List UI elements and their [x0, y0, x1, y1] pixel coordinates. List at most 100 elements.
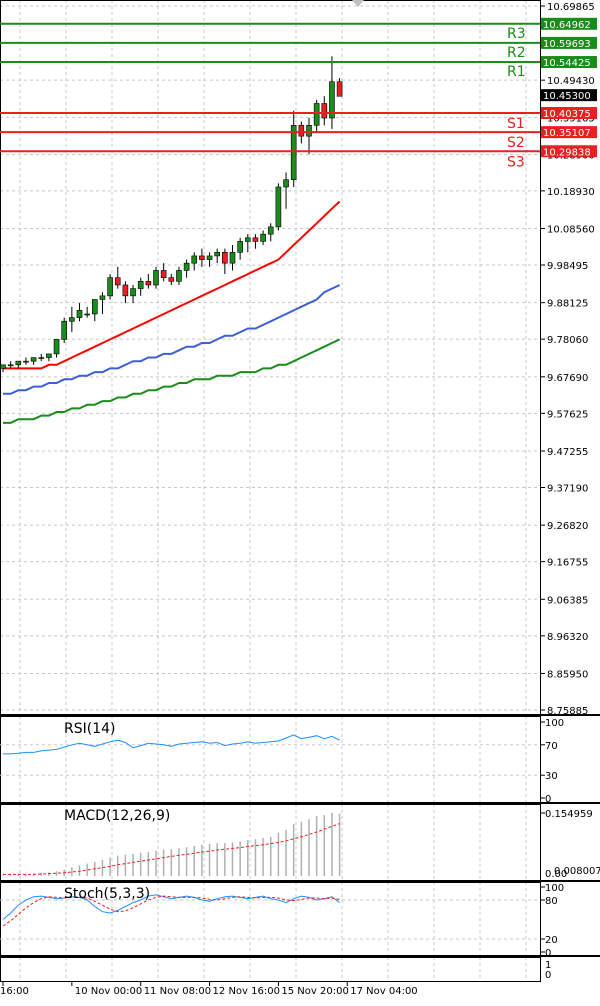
candle [222, 248, 228, 275]
candle-body [336, 81, 343, 97]
candle [114, 266, 121, 289]
candle [84, 306, 90, 318]
level-price-tag: 10.64962 [543, 20, 591, 31]
candle-body [122, 284, 129, 297]
candle-body [53, 339, 60, 355]
candle-body [7, 364, 14, 367]
candle [313, 99, 320, 133]
stoch-k-line [2, 894, 340, 920]
candle-body [15, 360, 22, 366]
candle [336, 78, 343, 97]
level-label-r1: R1 [507, 64, 526, 80]
price-tick-label: 9.06385 [547, 595, 588, 606]
level-price-tag: 10.40375 [543, 109, 591, 120]
rsi-tick-label: 100 [545, 718, 564, 729]
candle [38, 353, 45, 362]
moving-average-line [3, 338, 341, 424]
rsi-tick-label: 70 [545, 741, 558, 752]
candle-body [38, 357, 45, 359]
candle [306, 118, 312, 155]
candle-body [61, 320, 68, 340]
candle-body [245, 237, 251, 242]
candle-body [260, 233, 266, 242]
stoch-title: Stoch(5,3,3) [64, 886, 150, 902]
level-label-s2: S2 [507, 135, 525, 151]
x-tick-label: 10 Nov 00:00 [75, 986, 142, 997]
price-tick-label: 9.57625 [547, 409, 588, 420]
macd-histogram [2, 812, 341, 876]
grid [0, 0, 540, 981]
candle-body [191, 255, 198, 264]
stoch-tick-label: 100 [545, 883, 564, 894]
candle-body [290, 124, 297, 181]
candle-body [206, 255, 213, 260]
level-price-tag: 10.59693 [543, 39, 591, 50]
candle-body [92, 299, 98, 315]
candle [46, 353, 52, 362]
candle-body [306, 124, 312, 137]
candle [69, 306, 75, 333]
candle [122, 281, 129, 304]
macd-tick-label: 0.154959 [545, 809, 593, 820]
candle [267, 223, 274, 242]
candle-body [160, 270, 167, 279]
candle-body [252, 237, 259, 242]
candle [61, 317, 68, 344]
stoch-d-line [2, 895, 340, 927]
candle-body [176, 270, 182, 282]
price-tick-label: 8.96320 [547, 632, 588, 643]
level-label-s3: S3 [507, 154, 525, 170]
level-price-tag: 10.35107 [543, 128, 591, 139]
candle-body [222, 251, 228, 264]
candle-body [229, 251, 236, 264]
candle [252, 234, 259, 249]
x-tick-label: 15 Nov 20:00 [281, 986, 348, 997]
candle-body [137, 281, 144, 289]
candle-body [298, 124, 305, 137]
macd-tick-label: 0.008007 [554, 866, 600, 877]
candle [0, 364, 6, 373]
candle-body [237, 241, 243, 253]
candle-body [84, 313, 90, 316]
candle [23, 357, 29, 365]
price-tick-label: 10.49430 [547, 76, 595, 87]
candle [30, 357, 37, 365]
price-tick-label: 9.67690 [547, 373, 588, 384]
candle-body [23, 360, 29, 363]
candle-body [76, 310, 83, 318]
candle-body [130, 288, 136, 297]
macd-title: MACD(12,26,9) [64, 808, 170, 824]
level-price-tag: 10.54425 [543, 58, 591, 69]
price-tick-label: 9.16755 [547, 558, 588, 569]
candle-body [46, 353, 52, 358]
candle [53, 339, 60, 358]
candle-body [267, 226, 274, 235]
candle [176, 266, 182, 285]
rsi-tick-label: 0 [545, 794, 551, 805]
candle [160, 263, 167, 282]
candle [260, 230, 266, 246]
candles [0, 56, 343, 373]
candle [290, 110, 297, 187]
candle [191, 252, 198, 271]
price-tick-label: 10.08560 [547, 224, 595, 235]
candle [321, 96, 328, 126]
candle [214, 248, 220, 264]
rsi-tick-label: 30 [545, 771, 558, 782]
price-tick-label: 9.37190 [547, 484, 588, 495]
price-tick-label: 10.18930 [547, 187, 595, 198]
price-tick-label: 10.69865 [547, 2, 595, 13]
candle-body [30, 357, 37, 362]
level-price-tag: 10.29838 [543, 147, 591, 158]
candle-body [99, 295, 106, 300]
price-tick-label: 9.78060 [547, 335, 588, 346]
candle-body [107, 277, 113, 297]
level-label-r3: R3 [507, 26, 526, 42]
candle [76, 303, 83, 322]
x-tick-label: 12 Nov 16:00 [213, 986, 280, 997]
stoch-tick-label: 20 [545, 935, 558, 946]
candle-body [168, 277, 175, 282]
candle-body [145, 281, 152, 286]
candle [229, 245, 236, 271]
x-tick-label: 17 Nov 04:00 [350, 986, 417, 997]
